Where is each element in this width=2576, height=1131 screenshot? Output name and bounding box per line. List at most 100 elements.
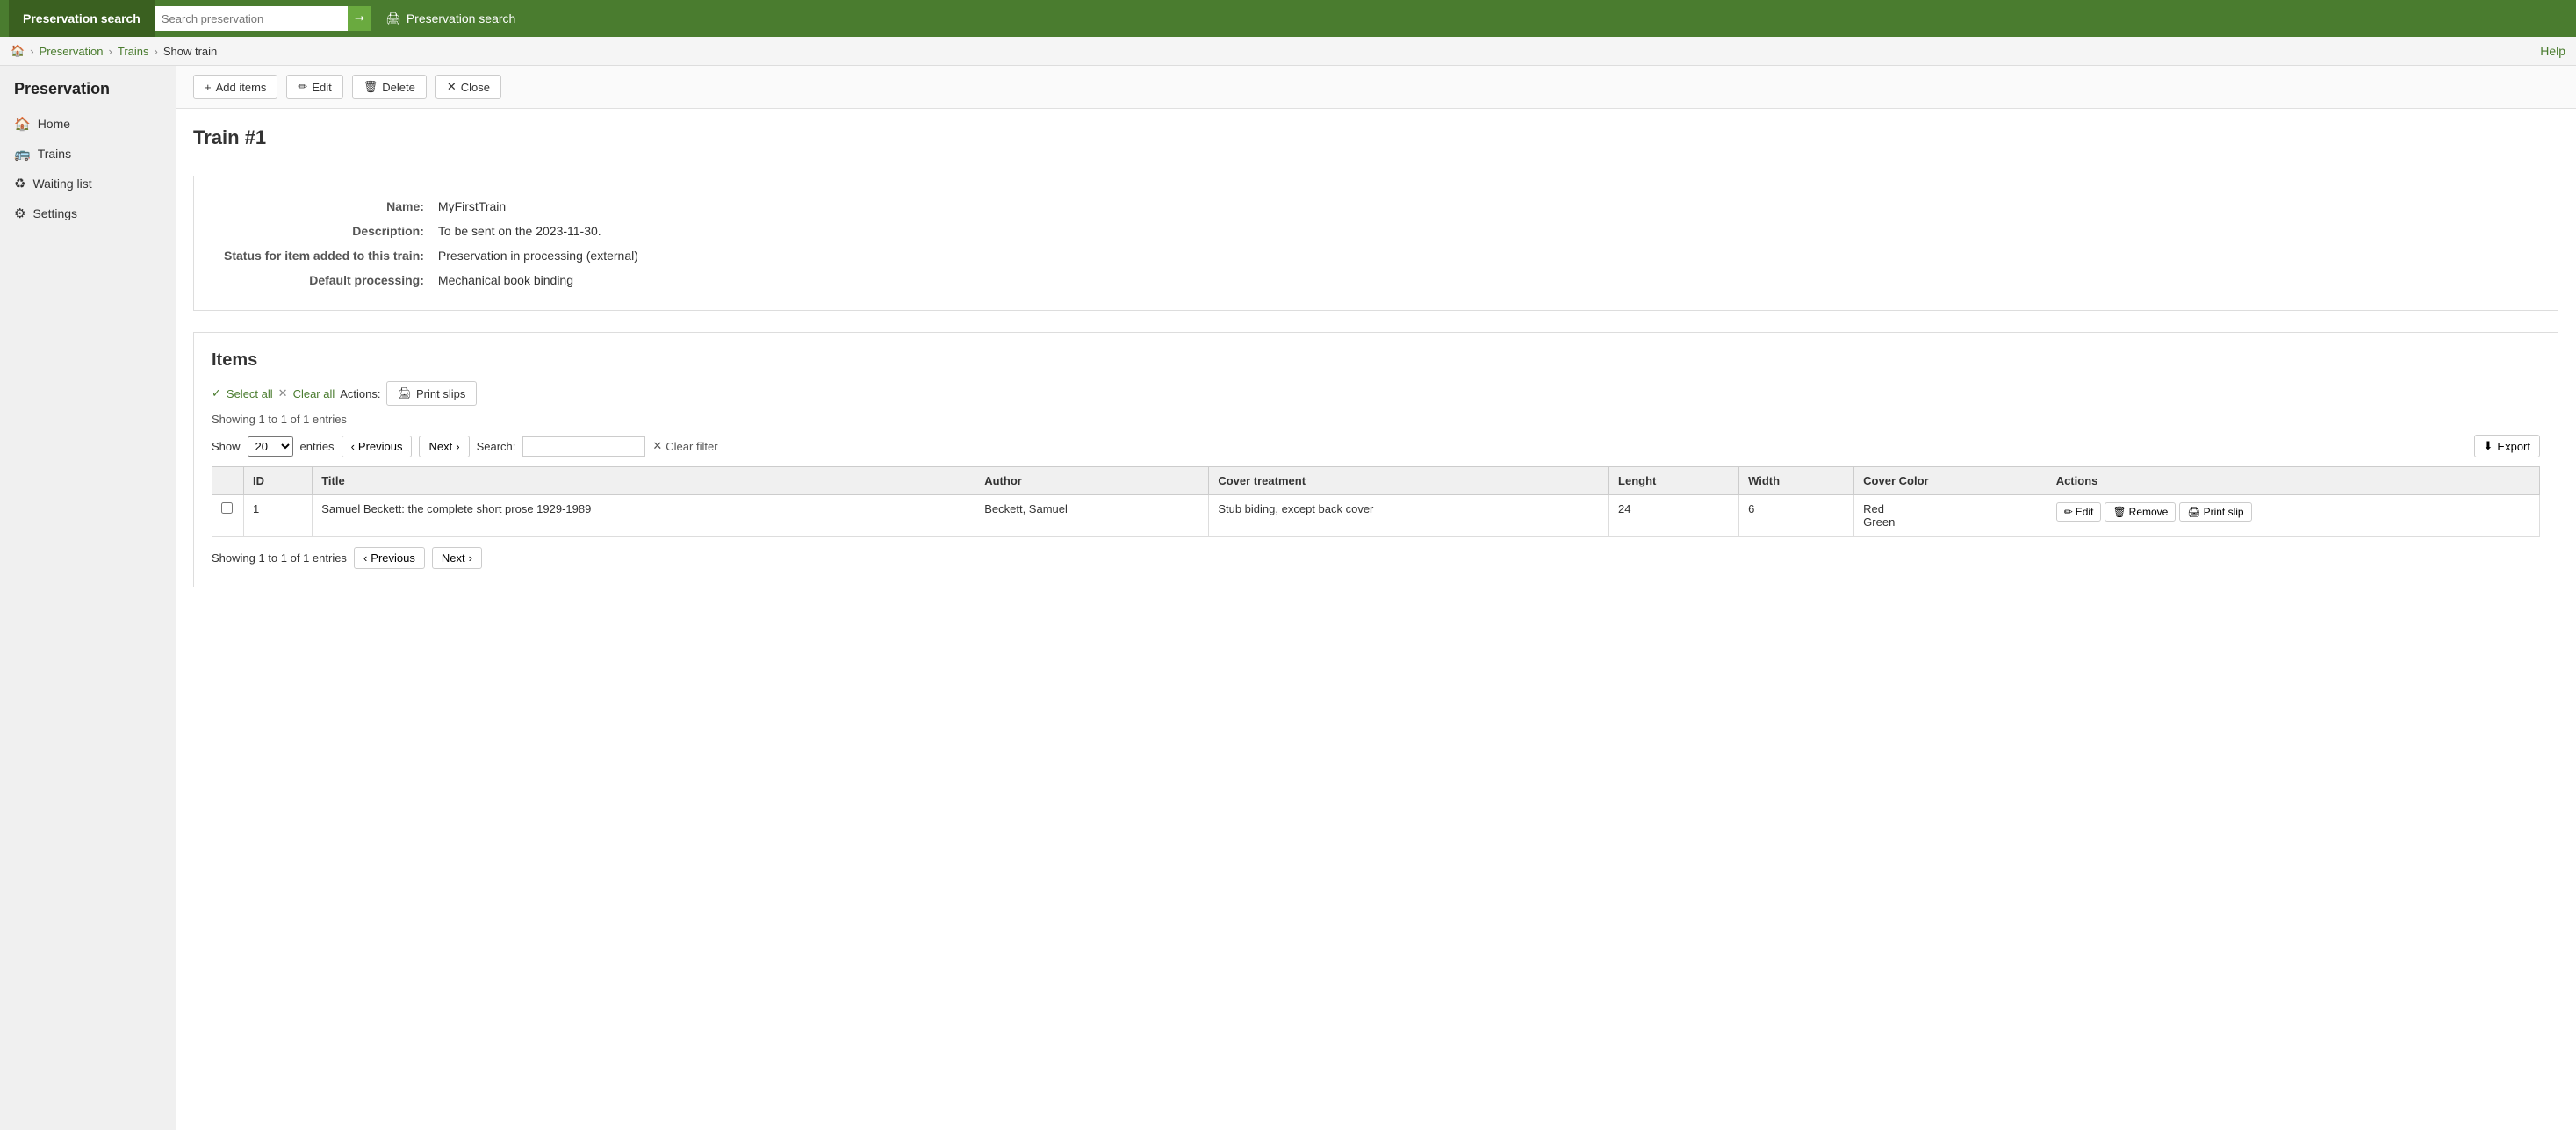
info-row-name: Name: MyFirstTrain: [220, 194, 2531, 219]
chevron-left-icon: ‹: [351, 440, 355, 453]
edit-button[interactable]: ✏ Edit: [286, 75, 342, 99]
col-title: Title: [313, 467, 975, 495]
breadcrumb-show-train: Show train: [163, 45, 217, 58]
show-entries-select[interactable]: 10 20 50 100: [248, 436, 293, 457]
row-actions-cell: ✏ Edit 🗑 Remove 🖨 Prin: [2047, 495, 2539, 537]
printer-icon: 🖨: [385, 11, 401, 26]
sidebar-item-label: Waiting list: [32, 176, 91, 191]
pencil-icon: ✏: [2064, 506, 2073, 518]
row-cover-color: RedGreen: [1854, 495, 2047, 537]
trash-icon: 🗑: [2112, 506, 2126, 518]
brand-label: Preservation search: [9, 0, 155, 37]
info-label-description: Description:: [220, 219, 435, 243]
col-checkbox: [212, 467, 244, 495]
entries-label: entries: [300, 440, 335, 453]
download-icon: ⬇: [2484, 439, 2493, 453]
home-icon: 🏠: [14, 116, 31, 132]
showing-text-top: Showing 1 to 1 of 1 entries: [212, 413, 2540, 426]
actions-label: Actions:: [340, 387, 380, 400]
sidebar-item-label: Home: [38, 117, 70, 131]
breadcrumb-trains[interactable]: Trains: [118, 45, 149, 58]
train-icon: 🚌: [14, 146, 31, 162]
close-button[interactable]: ✕ Close: [435, 75, 501, 99]
pagination-bottom: Showing 1 to 1 of 1 entries ‹ Previous N…: [212, 547, 2540, 569]
row-title: Samuel Beckett: the complete short prose…: [313, 495, 975, 537]
sidebar: Preservation 🏠 Home 🚌 Trains ♻ Waiting l…: [0, 66, 176, 1130]
breadcrumb-sep: ›: [109, 45, 112, 58]
export-button[interactable]: ⬇ Export: [2474, 435, 2540, 457]
train-info-table: Name: MyFirstTrain Description: To be se…: [220, 194, 2531, 292]
waiting-icon: ♻: [14, 176, 25, 191]
plus-icon: +: [205, 81, 212, 94]
sidebar-item-label: Settings: [32, 206, 77, 220]
items-section: Items ✓ Select all ✕ Clear all Actions: …: [193, 332, 2558, 587]
row-id: 1: [244, 495, 313, 537]
col-cover-color: Cover Color: [1854, 467, 2047, 495]
items-title: Items: [212, 350, 2540, 371]
previous-button-bottom[interactable]: ‹ Previous: [354, 547, 425, 569]
help-link[interactable]: Help: [2540, 44, 2565, 58]
row-width: 6: [1739, 495, 1854, 537]
cross-icon: ✕: [278, 386, 288, 400]
row-cover-treatment: Stub biding, except back cover: [1209, 495, 1609, 537]
search-input[interactable]: [155, 6, 348, 31]
content-area: Train #1 Name: MyFirstTrain Description:…: [176, 109, 2576, 605]
next-button-top[interactable]: Next ›: [419, 436, 469, 457]
table-search-input[interactable]: [522, 436, 645, 457]
table-header: ID Title Author Cover treatment Lenght W…: [212, 467, 2540, 495]
preservation-search-link[interactable]: 🖨 Preservation search: [371, 11, 529, 26]
row-print-slip-button[interactable]: 🖨 Print slip: [2179, 502, 2251, 522]
gear-icon: ⚙: [14, 205, 25, 221]
info-row-processing: Default processing: Mechanical book bind…: [220, 268, 2531, 292]
print-slips-button[interactable]: 🖨 Print slips: [386, 381, 478, 406]
col-length: Lenght: [1609, 467, 1739, 495]
search-button[interactable]: ➞: [348, 6, 371, 31]
clear-all-link[interactable]: Clear all: [293, 387, 335, 400]
info-value-description: To be sent on the 2023-11-30.: [435, 219, 2531, 243]
sidebar-item-home[interactable]: 🏠 Home: [0, 109, 176, 139]
items-table: ID Title Author Cover treatment Lenght W…: [212, 466, 2540, 537]
breadcrumb-sep: ›: [30, 45, 33, 58]
sidebar-item-trains[interactable]: 🚌 Trains: [0, 139, 176, 169]
add-items-button[interactable]: + Add items: [193, 75, 277, 99]
items-actions-row: ✓ Select all ✕ Clear all Actions: 🖨 Prin…: [212, 381, 2540, 406]
sidebar-item-waiting-list[interactable]: ♻ Waiting list: [0, 169, 176, 198]
clear-filter-button[interactable]: ✕ Clear filter: [652, 439, 717, 453]
info-value-status: Preservation in processing (external): [435, 243, 2531, 268]
sidebar-item-settings[interactable]: ⚙ Settings: [0, 198, 176, 228]
action-toolbar: + Add items ✏ Edit 🗑 Delete ✕ Close: [176, 66, 2576, 109]
breadcrumb: 🏠 › Preservation › Trains › Show train H…: [0, 37, 2576, 66]
row-actions: ✏ Edit 🗑 Remove 🖨 Prin: [2056, 502, 2530, 522]
info-label-processing: Default processing:: [220, 268, 435, 292]
sidebar-item-label: Trains: [38, 147, 71, 161]
row-remove-button[interactable]: 🗑 Remove: [2105, 502, 2176, 522]
main-content: + Add items ✏ Edit 🗑 Delete ✕ Close Trai…: [176, 66, 2576, 1130]
info-label-status: Status for item added to this train:: [220, 243, 435, 268]
row-checkbox[interactable]: [221, 502, 233, 514]
info-label-name: Name:: [220, 194, 435, 219]
info-value-processing: Mechanical book binding: [435, 268, 2531, 292]
trash-icon: 🗑: [363, 80, 378, 94]
next-button-bottom[interactable]: Next ›: [432, 547, 482, 569]
cross-icon: ✕: [652, 439, 662, 453]
chevron-left-icon: ‹: [363, 551, 367, 565]
pencil-icon: ✏: [298, 80, 307, 94]
breadcrumb-sep: ›: [155, 45, 158, 58]
delete-button[interactable]: 🗑 Delete: [352, 75, 427, 99]
train-title: Train #1: [193, 126, 2558, 158]
close-icon: ✕: [447, 80, 457, 94]
select-all-link[interactable]: Select all: [227, 387, 273, 400]
row-edit-button[interactable]: ✏ Edit: [2056, 502, 2102, 522]
printer-icon: 🖨: [398, 386, 413, 400]
info-row-description: Description: To be sent on the 2023-11-3…: [220, 219, 2531, 243]
previous-button-top[interactable]: ‹ Previous: [342, 436, 413, 457]
row-length: 24: [1609, 495, 1739, 537]
showing-text-bottom: Showing 1 to 1 of 1 entries: [212, 551, 347, 565]
col-id: ID: [244, 467, 313, 495]
row-checkbox-cell: [212, 495, 244, 537]
sidebar-title: Preservation: [0, 80, 176, 109]
show-label: Show: [212, 440, 241, 453]
col-width: Width: [1739, 467, 1854, 495]
breadcrumb-preservation[interactable]: Preservation: [40, 45, 104, 58]
top-navigation: Preservation search ➞ 🖨 Preservation sea…: [0, 0, 2576, 37]
